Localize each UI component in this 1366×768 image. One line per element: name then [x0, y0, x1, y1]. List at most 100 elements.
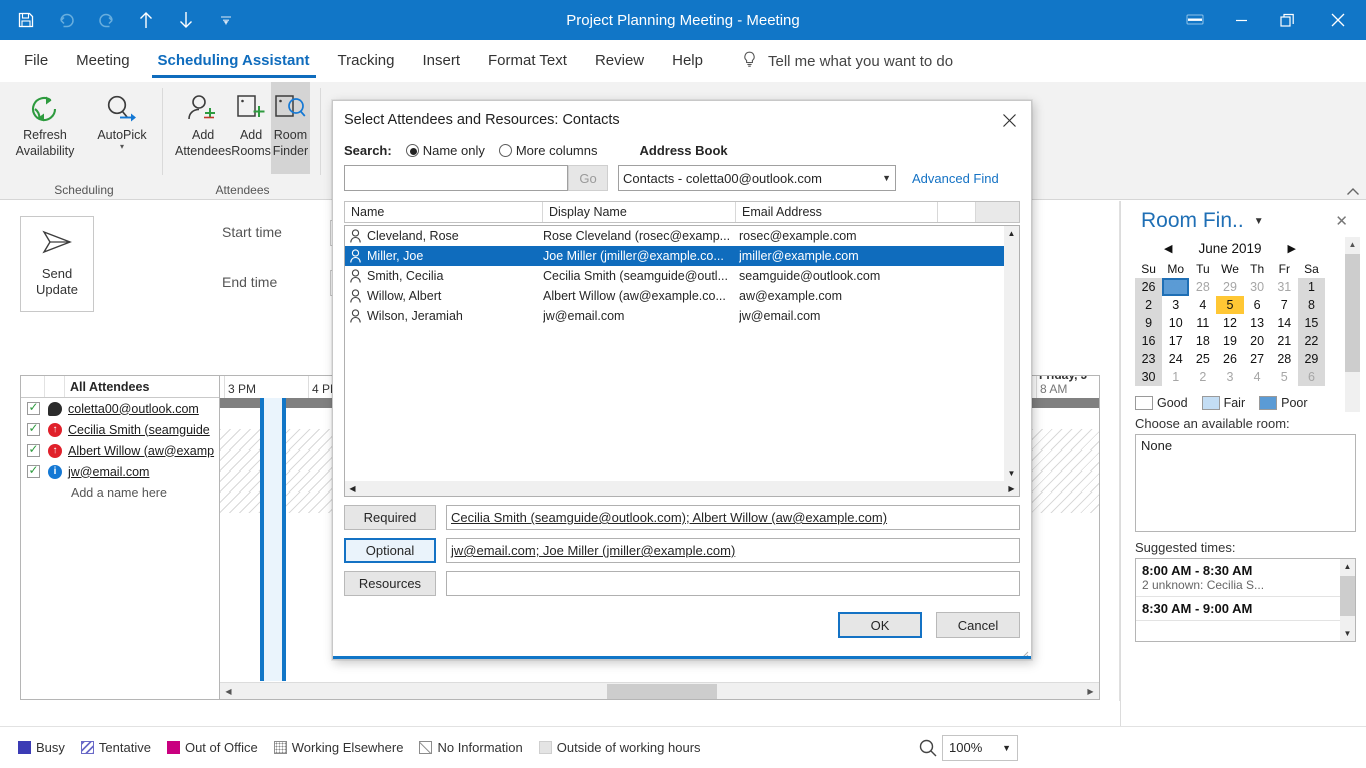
list-item[interactable]: 8:00 AM - 8:30 AM 2 unknown: Cecilia S..…	[1136, 559, 1355, 597]
send-update-button[interactable]: Send Update	[20, 216, 94, 312]
vscroll-thumb[interactable]	[1345, 254, 1360, 372]
cancel-button[interactable]: Cancel	[936, 612, 1020, 638]
calendar-day[interactable]: 11	[1189, 314, 1216, 332]
scroll-left-icon[interactable]: ◀	[220, 682, 237, 699]
add-name-placeholder[interactable]: Add a name here	[65, 486, 219, 500]
calendar-day[interactable]: 4	[1244, 368, 1271, 386]
calendar-day-selected[interactable]: 5	[1216, 296, 1244, 314]
column-header-extra[interactable]	[938, 202, 976, 222]
close-icon[interactable]	[987, 101, 1031, 139]
contacts-vscrollbar[interactable]: ▲ ▼	[1004, 226, 1019, 481]
advanced-find-link[interactable]: Advanced Find	[912, 171, 999, 186]
resources-button[interactable]: Resources	[344, 571, 436, 596]
calendar-day[interactable]: 10	[1162, 314, 1189, 332]
calendar-day[interactable]: 26	[1216, 350, 1243, 368]
table-row[interactable]: Smith, Cecilia Cecilia Smith (seamguide@…	[345, 266, 1019, 286]
chevron-down-icon[interactable]: ▼	[1254, 216, 1264, 227]
go-button[interactable]: Go	[568, 165, 608, 191]
suggested-times-list[interactable]: 8:00 AM - 8:30 AM 2 unknown: Cecilia S..…	[1135, 558, 1356, 642]
close-icon[interactable]: ✕	[1335, 212, 1348, 230]
customize-qat-icon[interactable]	[214, 8, 238, 32]
tab-tracking[interactable]: Tracking	[324, 40, 409, 82]
scroll-down-icon[interactable]: ▼	[1004, 466, 1019, 481]
attendee-name[interactable]: Cecilia Smith (seamguide	[65, 423, 219, 437]
calendar-day[interactable]: 1	[1162, 368, 1189, 386]
scroll-down-icon[interactable]: ▼	[1340, 626, 1355, 641]
calendar-day[interactable]: 14	[1271, 314, 1298, 332]
chevron-down-icon[interactable]: ▼	[1002, 743, 1011, 753]
available-rooms-list[interactable]: None	[1135, 434, 1356, 532]
magnifier-icon[interactable]	[914, 735, 942, 761]
required-input[interactable]: Cecilia Smith (seamguide@outlook.com); A…	[446, 505, 1020, 530]
vscroll-thumb[interactable]	[1340, 576, 1355, 616]
attendee-checkbox[interactable]	[21, 400, 45, 415]
scroll-up-icon[interactable]: ▲	[1004, 226, 1019, 241]
scroll-right-icon[interactable]: ▶	[1082, 682, 1099, 699]
radio-name-only[interactable]: Name only	[405, 143, 485, 158]
calendar-day[interactable]: 28	[1189, 278, 1216, 296]
prev-month-icon[interactable]: ◀	[1164, 242, 1172, 255]
calendar-day[interactable]: 13	[1244, 314, 1271, 332]
calendar-day[interactable]: 24	[1162, 350, 1189, 368]
attendee-checkbox[interactable]	[21, 463, 45, 478]
table-row[interactable]: i jw@email.com	[21, 461, 219, 482]
calendar-day-today[interactable]: 27	[1162, 278, 1190, 296]
table-row[interactable]: ↑ Albert Willow (aw@examp	[21, 440, 219, 461]
resources-input[interactable]	[446, 571, 1020, 596]
radio-more-columns[interactable]: More columns	[498, 143, 597, 158]
calendar-day[interactable]: 31	[1271, 278, 1298, 296]
calendar-day[interactable]: 3	[1216, 368, 1243, 386]
tab-file[interactable]: File	[10, 40, 62, 82]
attendee-name[interactable]: Albert Willow (aw@examp	[65, 444, 219, 458]
attendee-checkbox[interactable]	[21, 421, 45, 436]
save-icon[interactable]	[14, 8, 38, 32]
calendar-day[interactable]: 2	[1135, 296, 1163, 314]
column-header-name[interactable]: Name	[345, 202, 543, 222]
calendar-day[interactable]: 5	[1271, 368, 1298, 386]
calendar-day[interactable]: 20	[1244, 332, 1271, 350]
chevron-down-icon[interactable]: ▼	[882, 173, 891, 183]
refresh-availability-button[interactable]: Refresh Availability	[6, 82, 84, 174]
add-attendees-button[interactable]: Add Attendees	[175, 82, 231, 174]
scroll-left-icon[interactable]: ◀	[345, 481, 360, 496]
ok-button[interactable]: OK	[838, 612, 922, 638]
column-header-email-address[interactable]: Email Address	[736, 202, 938, 222]
next-month-icon[interactable]: ▶	[1288, 242, 1296, 255]
selected-time-range[interactable]	[260, 398, 286, 681]
calendar-day[interactable]: 15	[1297, 314, 1325, 332]
attendee-checkbox[interactable]	[21, 442, 45, 457]
attendee-name[interactable]: jw@email.com	[65, 465, 219, 479]
restore-icon[interactable]	[1264, 0, 1310, 40]
tab-review[interactable]: Review	[581, 40, 658, 82]
scroll-right-icon[interactable]: ▶	[1004, 481, 1019, 496]
calendar-day[interactable]: 28	[1271, 350, 1298, 368]
add-rooms-button[interactable]: Add Rooms	[231, 82, 271, 174]
room-finder-button[interactable]: Room Finder	[270, 82, 310, 174]
calendar-day[interactable]: 27	[1244, 350, 1271, 368]
calendar-day[interactable]: 12	[1216, 314, 1243, 332]
calendar-day[interactable]: 9	[1135, 314, 1163, 332]
calendar-day[interactable]: 18	[1189, 332, 1216, 350]
calendar-day[interactable]: 29	[1216, 278, 1243, 296]
search-input[interactable]	[344, 165, 568, 191]
calendar-day[interactable]: 25	[1189, 350, 1216, 368]
calendar-day[interactable]: 26	[1135, 278, 1163, 296]
table-row[interactable]: Miller, Joe Joe Miller (jmiller@example.…	[345, 246, 1019, 266]
calendar-day[interactable]: 4	[1189, 296, 1216, 314]
table-row[interactable]: ↑ Cecilia Smith (seamguide	[21, 419, 219, 440]
add-name-row[interactable]: Add a name here	[21, 482, 219, 503]
calendar-day[interactable]: 2	[1189, 368, 1216, 386]
calendar-day[interactable]: 6	[1297, 368, 1325, 386]
calendar-day[interactable]: 30	[1244, 278, 1271, 296]
minimize-icon[interactable]	[1218, 0, 1264, 40]
calendar-day[interactable]: 22	[1297, 332, 1325, 350]
room-list-item[interactable]: None	[1141, 438, 1350, 453]
calendar-day[interactable]: 6	[1244, 296, 1271, 314]
calendar-day[interactable]: 7	[1271, 296, 1298, 314]
calendar-day[interactable]: 21	[1271, 332, 1298, 350]
calendar-day[interactable]: 1	[1297, 278, 1325, 296]
optional-input[interactable]: jw@email.com; Joe Miller (jmiller@exampl…	[446, 538, 1020, 563]
hscroll-thumb[interactable]	[607, 683, 717, 699]
collapse-ribbon-icon[interactable]	[1346, 186, 1360, 200]
optional-button[interactable]: Optional	[344, 538, 436, 563]
